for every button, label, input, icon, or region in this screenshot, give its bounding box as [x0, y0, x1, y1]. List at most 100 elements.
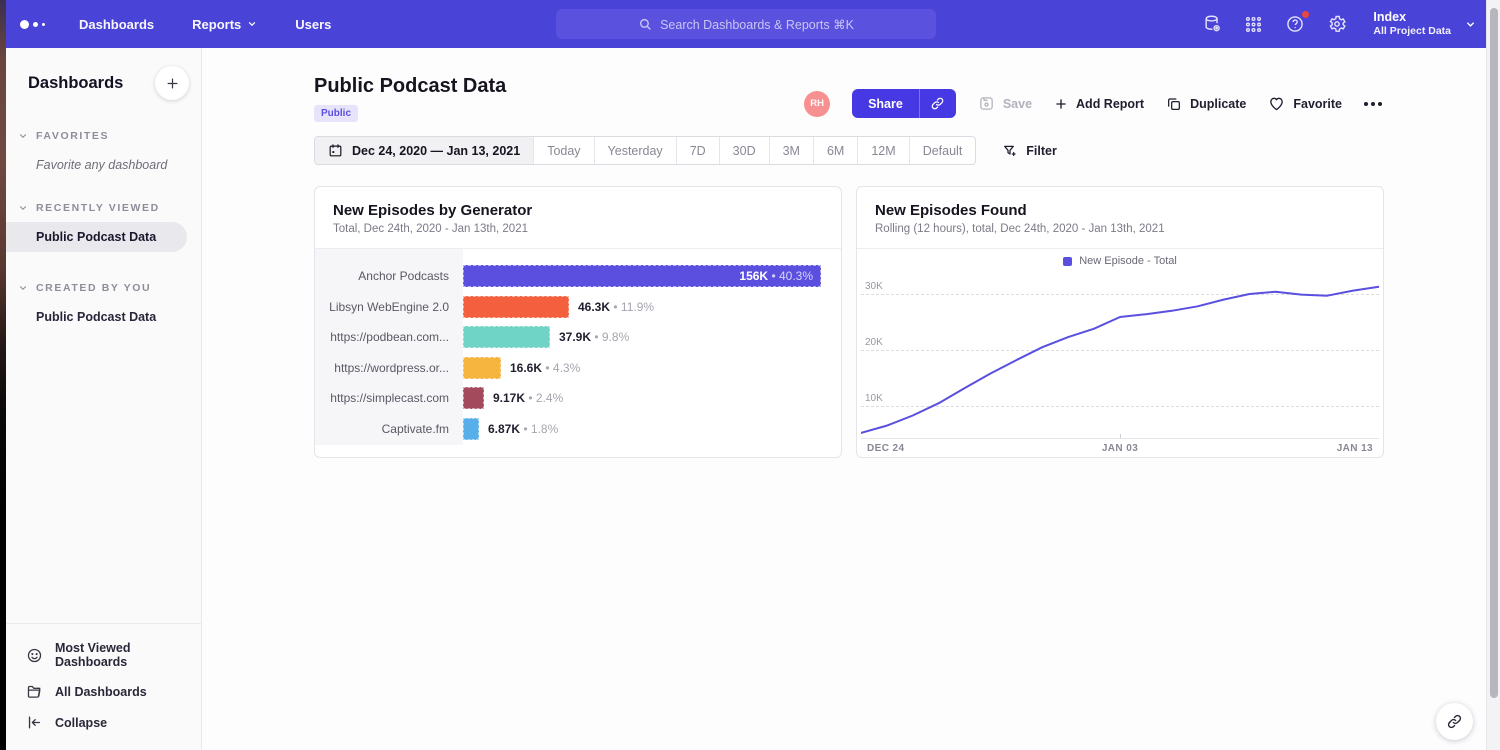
bar-category-label: Libsyn WebEngine 2.0 — [315, 296, 463, 318]
section-label: RECENTLY VIEWED — [36, 202, 160, 214]
chevron-down-icon — [18, 283, 28, 293]
sidebar-item-public-podcast-data-created[interactable]: Public Podcast Data — [6, 302, 201, 332]
more-options-button[interactable] — [1364, 102, 1382, 106]
save-icon — [978, 95, 995, 112]
nav-item-dashboards[interactable]: Dashboards — [79, 17, 154, 32]
plus-icon — [1054, 97, 1068, 111]
bar-value-label: 9.17K • 2.4% — [493, 387, 563, 409]
section-label: CREATED BY YOU — [36, 282, 151, 294]
bar-chart: Anchor Podcasts156K • 40.3% Libsyn WebEng… — [315, 249, 841, 457]
bar-row[interactable]: Captivate.fm6.87K • 1.8% — [315, 418, 841, 440]
nav-item-label: Reports — [192, 17, 241, 32]
filter-button[interactable]: Filter — [1002, 143, 1057, 159]
bar[interactable] — [463, 326, 550, 348]
amplitude-logo-icon[interactable] — [20, 20, 45, 29]
bar[interactable] — [463, 296, 569, 318]
bar-value-label: 16.6K • 4.3% — [510, 357, 580, 379]
sidebar-section-favorites[interactable]: FAVORITES — [6, 130, 201, 142]
most-viewed-dashboards-button[interactable]: Most Viewed Dashboards — [6, 634, 201, 676]
sidebar-section-created-by-you[interactable]: CREATED BY YOU — [6, 282, 201, 294]
preset-today[interactable]: Today — [534, 137, 594, 164]
link-icon — [1446, 713, 1463, 730]
favorite-label: Favorite — [1293, 97, 1342, 111]
preset-6m[interactable]: 6M — [814, 137, 858, 164]
footer-item-label: All Dashboards — [55, 685, 147, 699]
bar-row[interactable]: https://wordpress.or... 16.6K • 4.3% — [315, 357, 841, 379]
floating-link-button[interactable] — [1436, 703, 1473, 740]
x-axis-line — [861, 438, 1379, 439]
bar[interactable] — [463, 357, 501, 379]
collapse-sidebar-button[interactable]: Collapse — [6, 707, 201, 738]
heart-icon — [1268, 95, 1285, 112]
card-new-episodes-by-generator[interactable]: New Episodes by Generator Total, Dec 24t… — [314, 186, 842, 458]
favorite-button[interactable]: Favorite — [1268, 95, 1342, 112]
legend-label: New Episode - Total — [1079, 255, 1177, 267]
notification-dot — [1301, 10, 1310, 19]
filter-label: Filter — [1026, 144, 1057, 158]
preset-3m[interactable]: 3M — [770, 137, 814, 164]
share-button[interactable]: Share — [852, 89, 919, 118]
favorites-empty-hint: Favorite any dashboard — [6, 142, 201, 172]
chart-title: New Episodes by Generator — [333, 202, 823, 219]
date-range-control: Dec 24, 2020 — Jan 13, 2021 Today Yester… — [314, 136, 976, 165]
chevron-down-icon — [18, 203, 28, 213]
bar-category-label: https://simplecast.com — [315, 387, 463, 409]
bar-value-label: 156K • 40.3% — [463, 265, 821, 287]
bar[interactable] — [463, 418, 479, 440]
vertical-scrollbar[interactable] — [1486, 0, 1500, 750]
bar-row[interactable]: Libsyn WebEngine 2.046.3K • 11.9% — [315, 296, 841, 318]
apps-grid-icon[interactable] — [1244, 15, 1263, 34]
chevron-down-icon — [18, 131, 28, 141]
data-catalog-icon[interactable] — [1202, 14, 1222, 34]
nav-item-users[interactable]: Users — [295, 17, 331, 32]
preset-30d[interactable]: 30D — [720, 137, 770, 164]
save-button[interactable]: Save — [978, 95, 1032, 112]
sidebar-section-recently-viewed[interactable]: RECENTLY VIEWED — [6, 202, 201, 214]
bar[interactable] — [463, 387, 484, 409]
bar-value-label: 6.87K • 1.8% — [488, 418, 558, 440]
project-name: Index — [1373, 10, 1451, 26]
duplicate-icon — [1166, 96, 1182, 112]
smiley-icon — [26, 647, 43, 664]
duplicate-button[interactable]: Duplicate — [1166, 96, 1246, 112]
copy-link-button[interactable] — [919, 89, 956, 118]
preset-yesterday[interactable]: Yesterday — [595, 137, 677, 164]
help-icon[interactable] — [1285, 14, 1305, 34]
legend-swatch — [1063, 257, 1072, 266]
share-label: Share — [868, 97, 903, 111]
chevron-down-icon — [247, 19, 257, 29]
preset-12m[interactable]: 12M — [858, 137, 909, 164]
add-report-button[interactable]: Add Report — [1054, 97, 1144, 111]
bar-row[interactable]: https://podbean.com...37.9K • 9.8% — [315, 326, 841, 348]
nav-item-reports[interactable]: Reports — [192, 17, 257, 32]
search-icon — [638, 17, 652, 31]
settings-gear-icon[interactable] — [1327, 14, 1347, 34]
chevron-down-icon — [1465, 19, 1476, 30]
bar-value-label: 37.9K • 9.8% — [559, 326, 629, 348]
x-axis-tick: JAN 03 — [857, 443, 1383, 454]
preset-default[interactable]: Default — [910, 137, 976, 164]
card-header: New Episodes Found Rolling (12 hours), t… — [857, 187, 1383, 249]
sidebar: Dashboards FAVORITES Favorite any dashbo… — [6, 48, 202, 750]
preset-7d[interactable]: 7D — [677, 137, 720, 164]
card-new-episodes-found[interactable]: New Episodes Found Rolling (12 hours), t… — [856, 186, 1384, 458]
line-chart[interactable] — [861, 273, 1379, 440]
search-placeholder: Search Dashboards & Reports ⌘K — [660, 17, 854, 32]
sidebar-item-public-podcast-data[interactable]: Public Podcast Data — [6, 222, 187, 252]
scrollbar-thumb[interactable] — [1490, 8, 1498, 698]
bar-row[interactable]: https://simplecast.com 9.17K • 2.4% — [315, 387, 841, 409]
x-axis-tick: JAN 13 — [1337, 443, 1373, 454]
date-range-value: Dec 24, 2020 — Jan 13, 2021 — [352, 144, 520, 158]
project-switcher[interactable]: Index All Project Data — [1373, 10, 1476, 39]
date-range-picker[interactable]: Dec 24, 2020 — Jan 13, 2021 — [315, 137, 534, 164]
footer-item-label: Collapse — [55, 716, 107, 730]
section-label: FAVORITES — [36, 130, 109, 142]
search-input[interactable]: Search Dashboards & Reports ⌘K — [556, 9, 936, 39]
avatar[interactable]: RH — [804, 91, 830, 117]
bar-category-label: https://wordpress.or... — [315, 357, 463, 379]
calendar-icon — [328, 143, 343, 158]
all-dashboards-button[interactable]: All Dashboards — [6, 676, 201, 707]
add-dashboard-button[interactable] — [155, 66, 189, 100]
bar-row[interactable]: Anchor Podcasts156K • 40.3% — [315, 265, 841, 287]
project-scope: All Project Data — [1373, 25, 1451, 38]
